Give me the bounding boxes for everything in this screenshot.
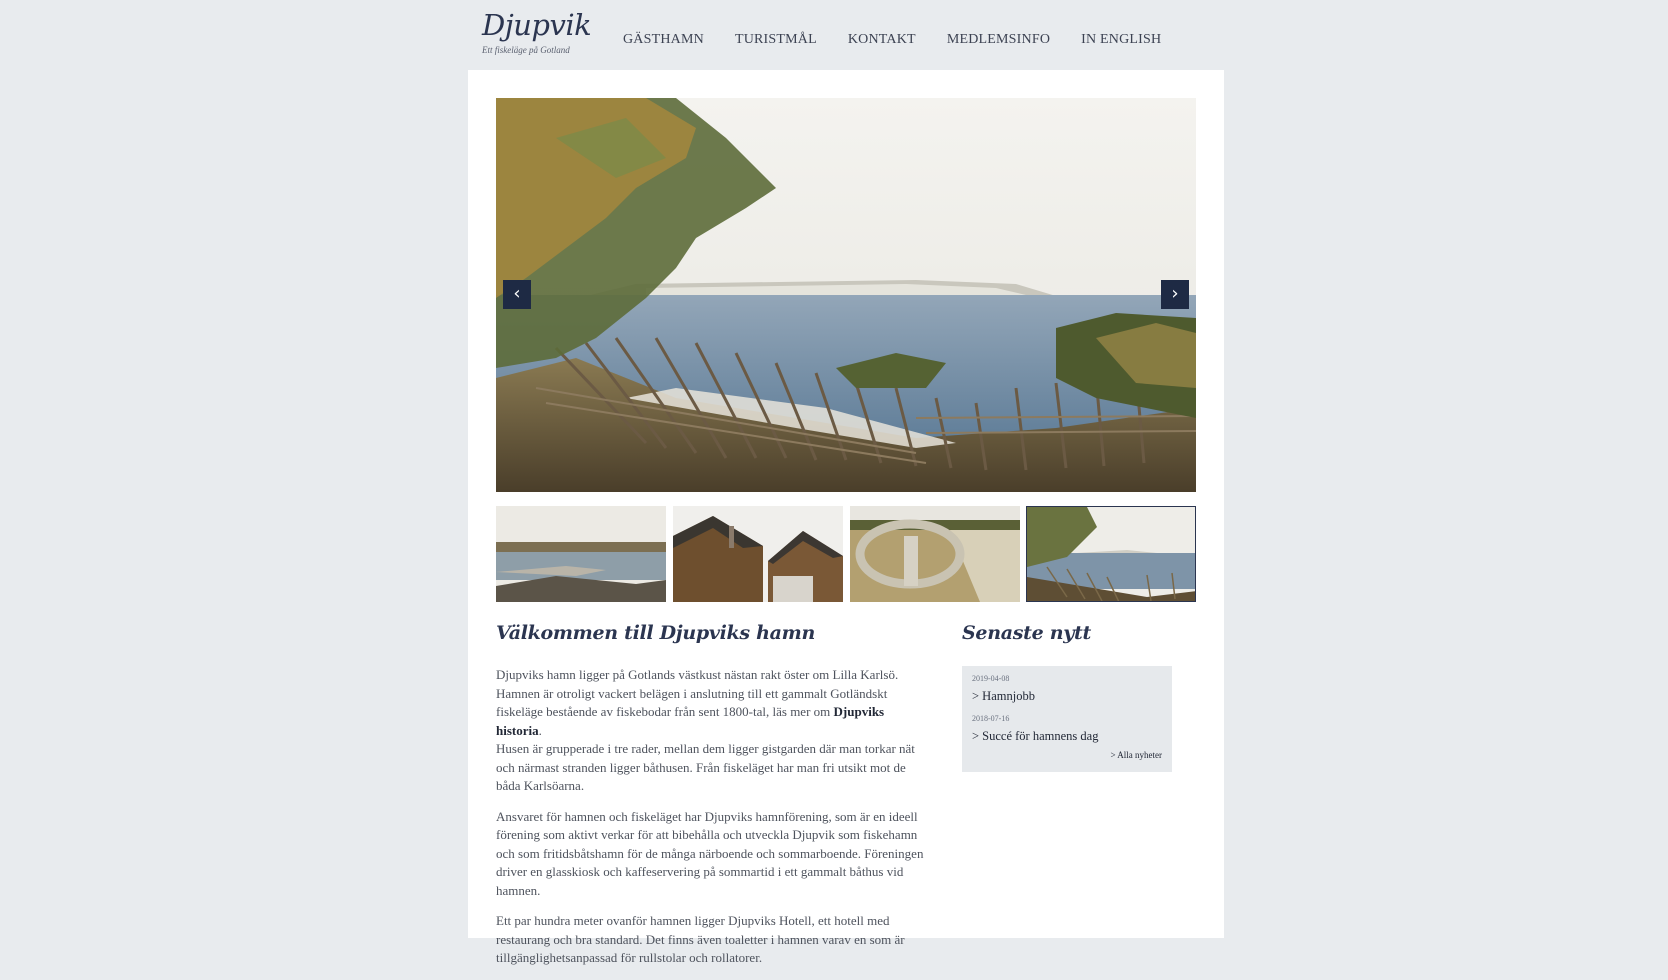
welcome-p1-line2: Husen är grupperade i tre rader, mellan … bbox=[496, 741, 915, 793]
thumbnail-harbor[interactable] bbox=[496, 506, 666, 602]
thumbnail-coast[interactable] bbox=[1026, 506, 1196, 602]
nav-item-in-english[interactable]: IN ENGLISH bbox=[1081, 32, 1161, 48]
thumbnail-stone-ship[interactable] bbox=[850, 506, 1020, 602]
news-date: 2019-04-08 bbox=[972, 674, 1010, 683]
nav-item-turistmal[interactable]: TURISTMÅL bbox=[735, 32, 817, 48]
nav-item-gasthamn[interactable]: GÄSTHAMN bbox=[623, 32, 704, 48]
logo-subtitle: Ett fiskeläge på Gotland bbox=[482, 45, 570, 55]
news-link-hamnens-dag[interactable]: > Succé för hamnens dag bbox=[972, 729, 1162, 744]
page-content: ‹ › Välkommen till Djupviks hamn Djupvik… bbox=[468, 70, 1224, 965]
welcome-p1-period: . bbox=[538, 722, 542, 738]
news-heading: Senaste nytt bbox=[962, 622, 1091, 644]
thumbnail-strip bbox=[496, 506, 1196, 602]
nav-item-kontakt[interactable]: KONTAKT bbox=[848, 32, 916, 48]
logo-title[interactable]: Djupvik bbox=[482, 10, 592, 40]
nav-item-medlemsinfo[interactable]: MEDLEMSINFO bbox=[947, 32, 1050, 48]
welcome-heading: Välkommen till Djupviks hamn bbox=[496, 622, 815, 644]
main-nav: GÄSTHAMN TURISTMÅL KONTAKT MEDLEMSINFO I… bbox=[623, 32, 1192, 48]
news-section: Senaste nytt 2019-04-08 > Hamnjobb 2018-… bbox=[962, 622, 1172, 772]
news-box: 2019-04-08 > Hamnjobb 2018-07-16 > Succé… bbox=[962, 666, 1172, 772]
hero-image bbox=[496, 98, 1196, 492]
all-news-link[interactable]: > Alla nyheter bbox=[1110, 750, 1162, 760]
news-link-hamnjobb[interactable]: > Hamnjobb bbox=[972, 689, 1162, 704]
welcome-section: Välkommen till Djupviks hamn Djupviks ha… bbox=[496, 622, 931, 980]
welcome-paragraph-3: Ett par hundra meter ovanför hamnen ligg… bbox=[496, 913, 905, 965]
news-date: 2018-07-16 bbox=[972, 714, 1010, 723]
welcome-paragraph-2: Ansvaret för hamnen och fiskeläget har D… bbox=[496, 808, 924, 898]
hero-slider[interactable]: ‹ › bbox=[496, 98, 1196, 492]
chevron-left-icon[interactable]: ‹ bbox=[503, 280, 531, 309]
welcome-paragraph-1: Djupviks hamn ligger på Gotlands västkus… bbox=[496, 666, 931, 796]
chevron-right-icon[interactable]: › bbox=[1161, 280, 1189, 309]
site-header: Djupvik Ett fiskeläge på Gotland GÄSTHAM… bbox=[468, 0, 1224, 70]
site-logo[interactable]: Djupvik Ett fiskeläge på Gotland bbox=[482, 10, 592, 55]
thumbnail-cabins[interactable] bbox=[673, 506, 843, 602]
